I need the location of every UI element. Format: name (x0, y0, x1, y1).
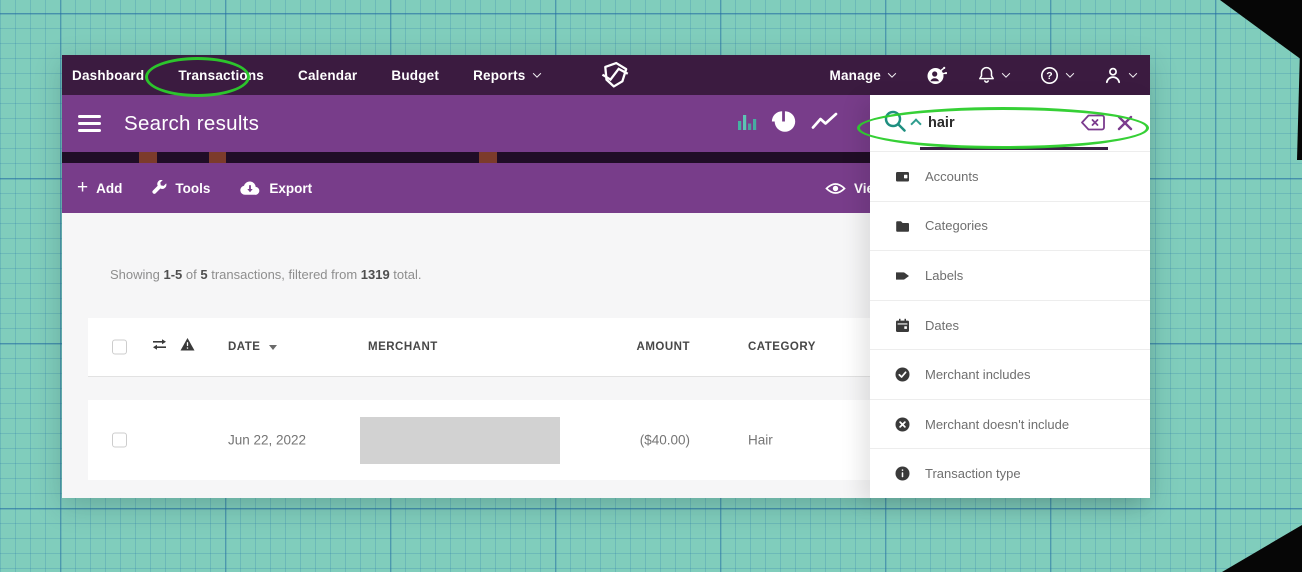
column-header-amount[interactable]: AMOUNT (608, 341, 690, 353)
plus-icon: + (77, 178, 88, 197)
chart-view-toggles (736, 95, 838, 152)
select-all-checkbox[interactable] (112, 340, 127, 355)
chevron-down-icon (1129, 69, 1137, 77)
wrench-icon (151, 180, 167, 196)
search-filter-list: Accounts Categories Labels (870, 151, 1150, 498)
tools-button[interactable]: Tools (151, 180, 210, 196)
transaction-date: Jun 22, 2022 (228, 433, 306, 448)
nav-item-reports[interactable]: Reports (473, 68, 539, 83)
filter-item-labels[interactable]: Labels (870, 250, 1150, 300)
timeline-segment (479, 152, 497, 163)
timeline-segment (139, 152, 157, 163)
page-title: Search results (124, 112, 259, 136)
search-input-underline (920, 147, 1108, 150)
eye-icon (825, 181, 846, 196)
filter-item-merchant-includes[interactable]: Merchant includes (870, 349, 1150, 399)
bar-chart-icon[interactable] (736, 111, 757, 137)
clear-text-backspace-icon[interactable] (1080, 113, 1106, 137)
paper-corner-top-right (1220, 0, 1302, 60)
filter-item-dates[interactable]: Dates (870, 300, 1150, 350)
paper-corner-bottom-right (1222, 525, 1302, 572)
filter-item-accounts[interactable]: Accounts (870, 151, 1150, 201)
chevron-down-icon (1066, 69, 1074, 77)
results-summary: Showing 1-5 of 5 transactions, filtered … (110, 267, 421, 282)
export-button[interactable]: Export (239, 180, 312, 196)
labels-tag-icon (895, 268, 910, 283)
manage-menu[interactable]: Manage (830, 68, 895, 83)
svg-text:?: ? (1046, 70, 1052, 82)
search-icon[interactable] (883, 109, 908, 139)
transaction-type-info-icon (895, 466, 910, 481)
top-nav: Dashboard Transactions Calendar Budget R… (62, 55, 1150, 95)
nav-right-group: Manage (830, 65, 1140, 85)
chevron-down-icon (1002, 69, 1010, 77)
row-checkbox[interactable] (112, 433, 127, 448)
close-icon[interactable] (1117, 115, 1133, 136)
dates-calendar-icon (895, 318, 910, 333)
collapse-chevron-up-icon[interactable] (910, 118, 921, 129)
pie-chart-icon[interactable] (770, 108, 798, 140)
merchant-redacted-box (360, 417, 560, 464)
transaction-amount: ($40.00) (608, 433, 690, 448)
chevron-down-icon (532, 69, 540, 77)
column-header-date[interactable]: DATE (228, 341, 277, 353)
nav-item-calendar[interactable]: Calendar (298, 68, 357, 83)
filter-item-categories[interactable]: Categories (870, 201, 1150, 251)
notifications-bell-menu[interactable] (978, 66, 1009, 84)
cloud-download-icon (239, 180, 261, 196)
chevron-down-icon (888, 69, 896, 77)
nav-item-budget[interactable]: Budget (391, 68, 439, 83)
categories-folder-icon (895, 218, 910, 233)
pocketsmith-logo-icon[interactable] (600, 60, 630, 90)
add-button[interactable]: +Add (77, 180, 122, 197)
merchant-excludes-x-icon (895, 417, 910, 432)
paper-edge-right (1297, 58, 1302, 160)
sort-caret-icon (269, 345, 277, 350)
transaction-category[interactable]: Hair (748, 433, 773, 448)
nav-left-group: Dashboard Transactions Calendar Budget R… (72, 60, 630, 90)
column-header-merchant[interactable]: MERCHANT (368, 341, 438, 353)
column-header-category[interactable]: CATEGORY (748, 341, 816, 353)
transfer-column-icon[interactable] (152, 338, 167, 357)
search-dropdown-panel: Accounts Categories Labels (870, 95, 1150, 498)
search-bar (870, 95, 1150, 151)
warning-column-icon[interactable] (180, 338, 195, 357)
search-input[interactable] (928, 109, 1074, 137)
filter-item-transaction-type[interactable]: Transaction type (870, 448, 1150, 498)
app-window: Dashboard Transactions Calendar Budget R… (62, 55, 1150, 498)
line-chart-icon[interactable] (811, 111, 838, 136)
merchant-includes-check-icon (895, 367, 910, 382)
nav-item-dashboard[interactable]: Dashboard (72, 68, 144, 83)
user-account-menu[interactable] (1104, 66, 1136, 84)
advisor-share-icon[interactable] (926, 65, 947, 85)
timeline-segment (209, 152, 226, 163)
grid-paper-background: Dashboard Transactions Calendar Budget R… (0, 0, 1302, 572)
accounts-wallet-icon (895, 169, 910, 184)
help-menu[interactable]: ? (1040, 66, 1073, 85)
nav-item-transactions[interactable]: Transactions (178, 68, 264, 83)
filter-item-merchant-doesnt-include[interactable]: Merchant doesn't include (870, 399, 1150, 449)
hamburger-menu-icon[interactable] (74, 111, 105, 136)
